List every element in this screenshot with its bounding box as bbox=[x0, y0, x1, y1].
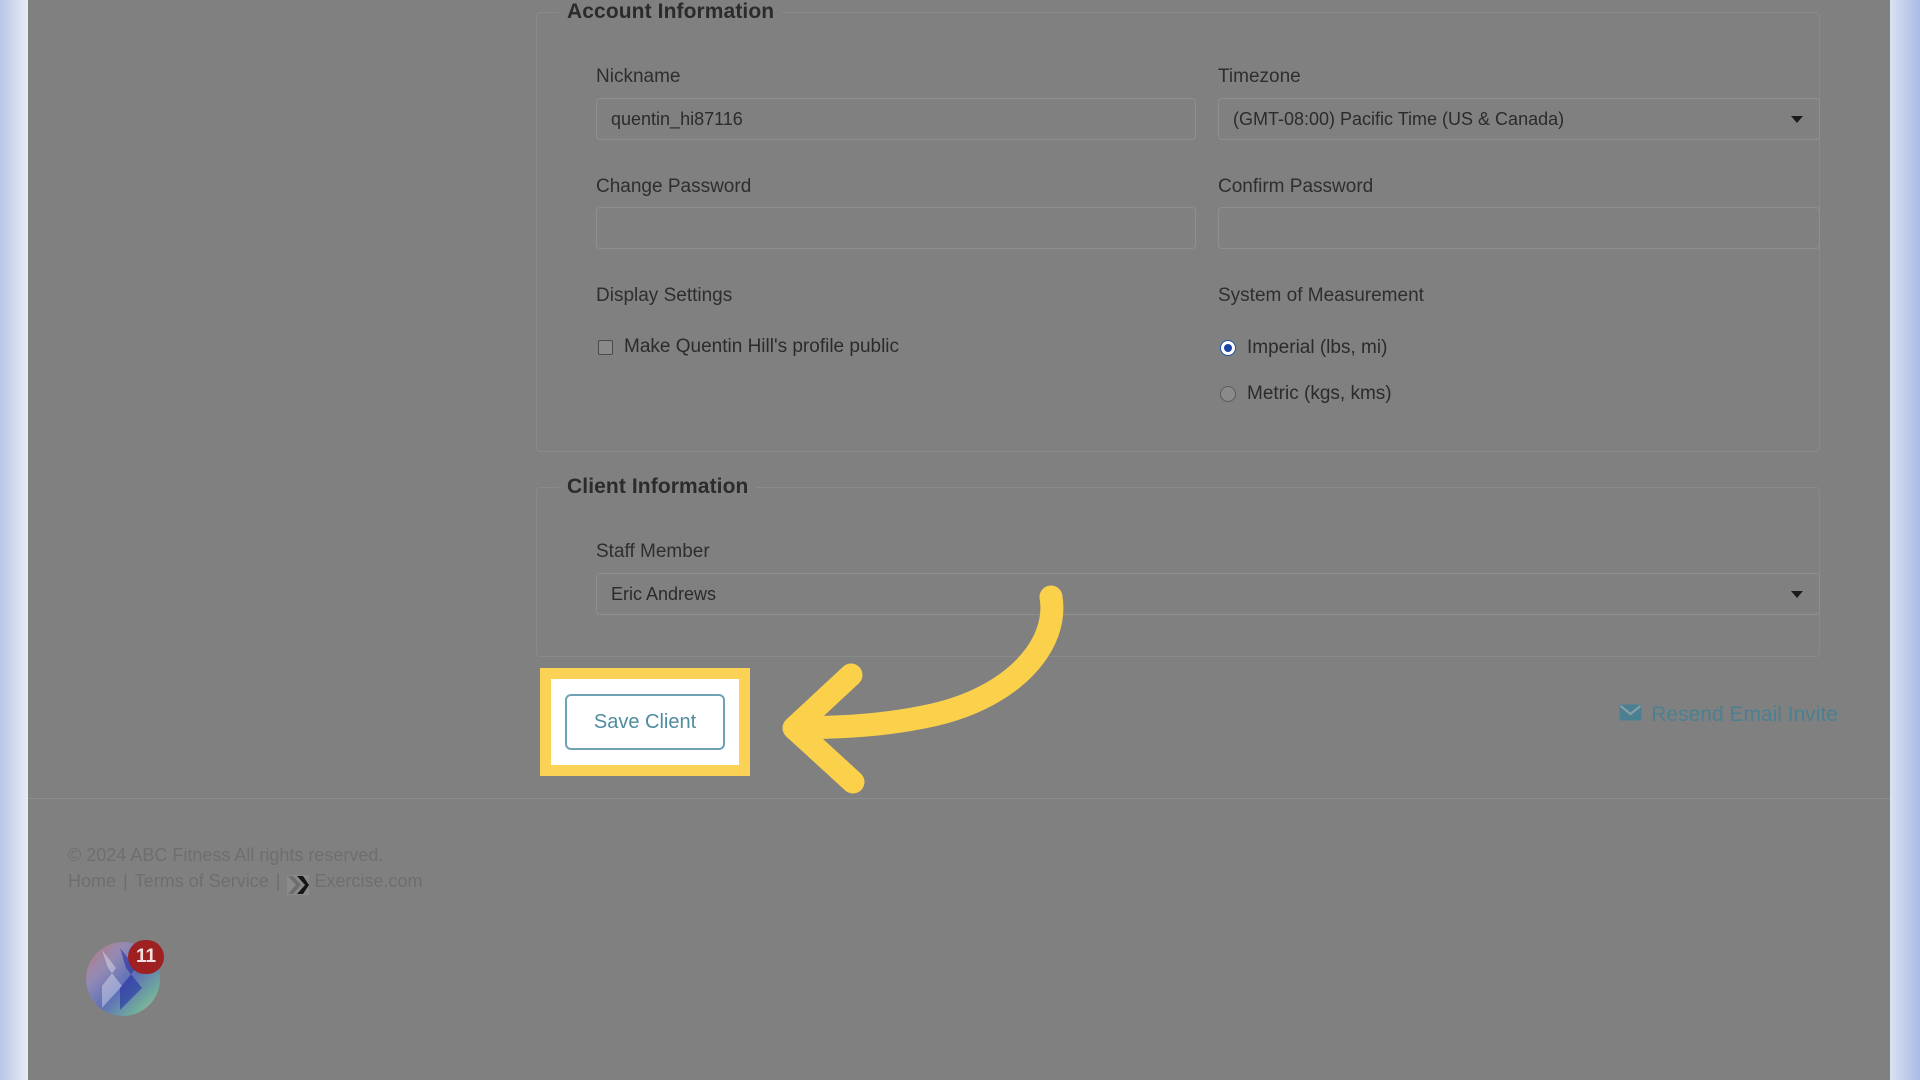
exercise-com-logo-icon bbox=[287, 874, 310, 895]
footer-separator-2: | bbox=[275, 871, 281, 891]
measurement-option-metric[interactable]: Metric (kgs, kms) bbox=[1220, 383, 1392, 405]
radio-unselected-icon[interactable] bbox=[1220, 386, 1236, 402]
nickname-label: Nickname bbox=[596, 66, 681, 87]
change-password-input[interactable] bbox=[596, 207, 1196, 249]
resend-email-invite-label: Resend Email Invite bbox=[1651, 703, 1838, 726]
footer-separator-1: | bbox=[123, 871, 128, 891]
resend-email-invite-link[interactable]: Resend Email Invite bbox=[1619, 703, 1838, 727]
timezone-select-value: (GMT-08:00) Pacific Time (US & Canada) bbox=[1233, 108, 1565, 129]
measurement-option-imperial[interactable]: Imperial (lbs, mi) bbox=[1220, 337, 1387, 359]
footer-link-terms[interactable]: Terms of Service bbox=[135, 871, 269, 892]
footer-links: Home | Terms of Service | Exercise.com bbox=[68, 871, 422, 895]
page-footer bbox=[28, 798, 1890, 1080]
client-information-legend: Client Information bbox=[559, 475, 757, 499]
staff-member-select-value: Eric Andrews bbox=[611, 583, 717, 604]
chevron-down-icon bbox=[1791, 590, 1803, 598]
save-client-highlight-inner: Save Client bbox=[551, 679, 739, 765]
timezone-label: Timezone bbox=[1218, 66, 1301, 87]
chat-unread-badge[interactable]: 11 bbox=[128, 940, 165, 974]
timezone-select[interactable]: (GMT-08:00) Pacific Time (US & Canada) bbox=[1218, 98, 1820, 140]
radio-selected-icon[interactable] bbox=[1220, 340, 1236, 356]
footer-link-home[interactable]: Home bbox=[68, 871, 116, 892]
footer-link-exercise-com[interactable]: Exercise.com bbox=[314, 871, 422, 892]
change-password-label: Change Password bbox=[596, 176, 752, 197]
public-profile-label: Make Quentin Hill's profile public bbox=[624, 336, 900, 357]
nickname-input[interactable]: quentin_hi87116 bbox=[596, 98, 1196, 140]
system-of-measurement-label: System of Measurement bbox=[1218, 285, 1424, 306]
measurement-option-metric-label: Metric (kgs, kms) bbox=[1247, 383, 1392, 404]
confirm-password-input[interactable] bbox=[1218, 207, 1820, 249]
staff-member-label: Staff Member bbox=[596, 541, 710, 562]
account-information-legend: Account Information bbox=[559, 0, 783, 24]
display-settings-label: Display Settings bbox=[596, 285, 733, 306]
measurement-option-imperial-label: Imperial (lbs, mi) bbox=[1247, 337, 1388, 358]
confirm-password-label: Confirm Password bbox=[1218, 176, 1374, 197]
footer-copyright: © 2024 ABC Fitness All rights reserved. bbox=[68, 845, 384, 865]
client-information-fieldset: Client Information bbox=[536, 475, 1820, 657]
public-profile-checkbox-row[interactable]: Make Quentin Hill's profile public bbox=[598, 336, 899, 358]
save-client-highlight-box: Save Client bbox=[540, 668, 750, 776]
settings-content-area: Account Information Nickname quentin_hi8… bbox=[28, 0, 1890, 798]
save-client-button[interactable]: Save Client bbox=[565, 694, 725, 750]
envelope-icon bbox=[1619, 703, 1642, 727]
staff-member-select[interactable]: Eric Andrews bbox=[596, 573, 1820, 615]
chevron-down-icon bbox=[1791, 115, 1803, 123]
checkbox-icon[interactable] bbox=[598, 339, 613, 355]
page-root: Account Information Nickname quentin_hi8… bbox=[0, 0, 1920, 1080]
